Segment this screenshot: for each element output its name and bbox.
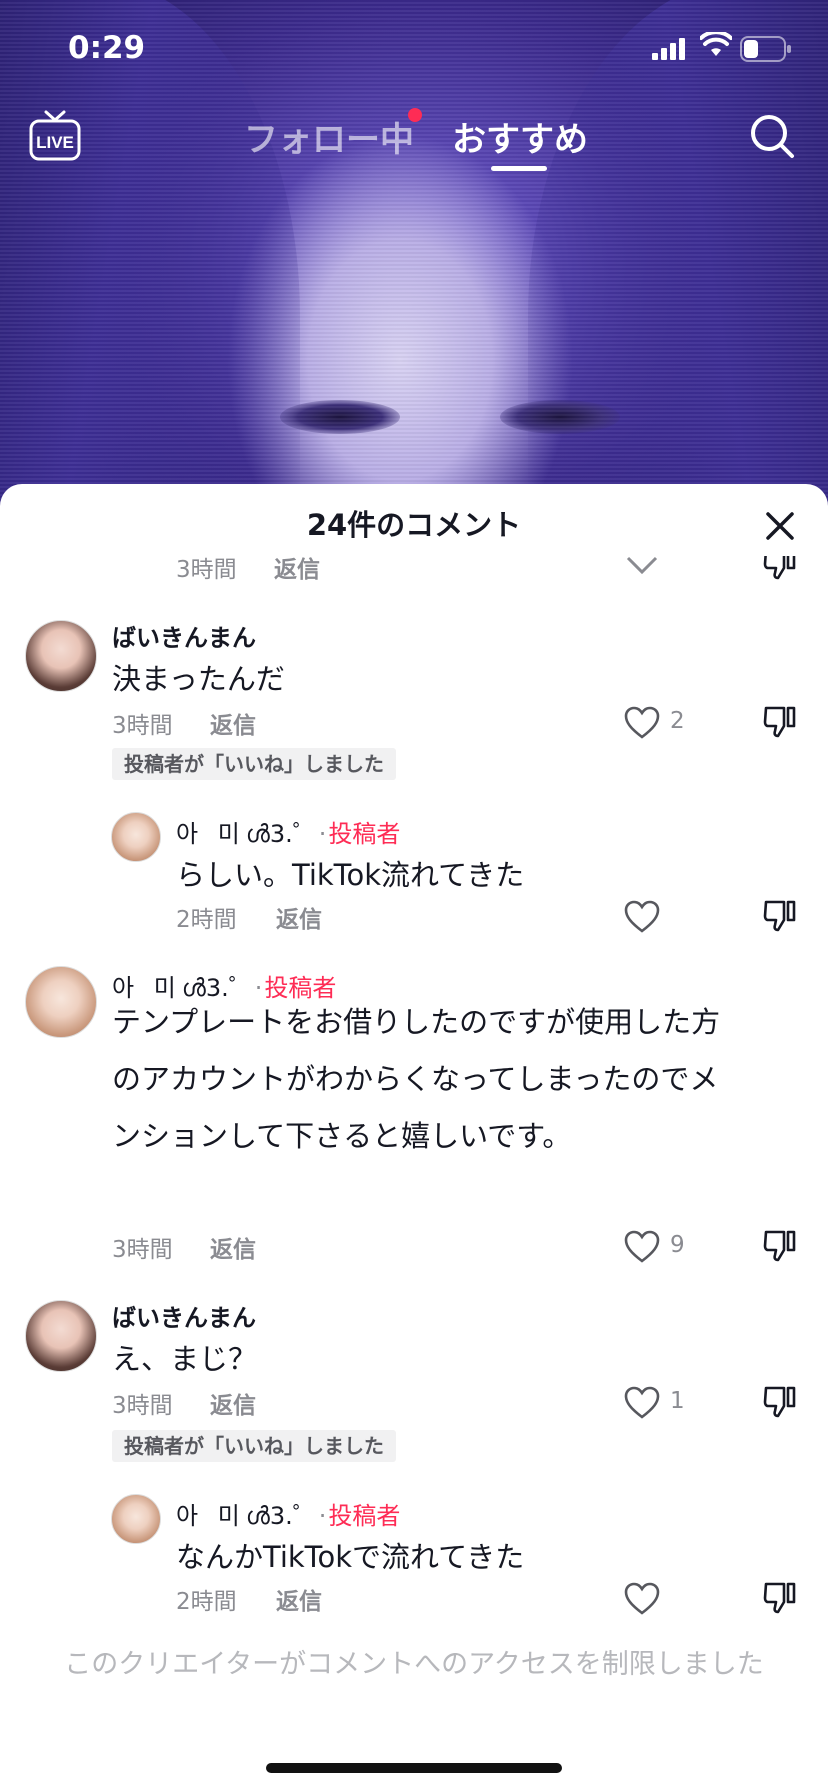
tab-following[interactable]: フォロー中: [244, 112, 414, 161]
comment-username[interactable]: ばいきんまん: [112, 1298, 256, 1333]
creator-liked-badge: 投稿者が「いいね」しました: [112, 748, 396, 780]
top-nav: LIVE フォロー中 おすすめ: [0, 100, 828, 180]
reply-button[interactable]: 返信: [274, 556, 320, 584]
avatar[interactable]: [25, 620, 97, 692]
comment-text: 決まったんだ: [112, 662, 285, 696]
comment-time: 3時間: [112, 713, 173, 739]
notification-dot: [408, 108, 422, 122]
comment-username[interactable]: 아 미ൾ3.゜·投稿者: [176, 814, 400, 849]
reply-button[interactable]: 返信: [276, 900, 322, 934]
signal-icon: [652, 38, 685, 60]
heart-icon[interactable]: [624, 1230, 660, 1264]
creator-liked-badge: 投稿者が「いいね」しました: [112, 1430, 396, 1462]
status-time: 0:29: [68, 30, 146, 66]
comment-sheet: 24件のコメント 3時間 返信 ばいきんまん 決まったんだ 3時間 返信 2 投…: [0, 484, 828, 1792]
battery-icon: [740, 36, 791, 62]
comment-time: 3時間: [112, 1393, 173, 1419]
live-icon[interactable]: LIVE: [28, 108, 82, 164]
like-count: 2: [670, 708, 685, 734]
partial-comment-row: 3時間 返信: [0, 556, 828, 590]
comment-username[interactable]: 아 미ൾ3.゜·投稿者: [176, 1496, 400, 1531]
comment-time: 3時間: [112, 1237, 173, 1263]
dislike-icon[interactable]: [762, 704, 798, 740]
comment-username[interactable]: ばいきんまん: [112, 618, 256, 653]
dislike-icon[interactable]: [762, 898, 798, 934]
tab-active-underline: [491, 166, 547, 171]
reply-button[interactable]: 返信: [210, 706, 256, 740]
reply-button[interactable]: 返信: [210, 1230, 256, 1264]
comment-text: なんかTikTokで流れてきた: [176, 1540, 525, 1574]
comment-text: らしい。TikTok流れてきた: [176, 858, 525, 892]
dislike-icon[interactable]: [762, 556, 798, 582]
like-count: 9: [670, 1232, 685, 1258]
comment-time: 3時間: [176, 557, 237, 583]
comment-time: 2時間: [176, 907, 237, 933]
like-count: 1: [670, 1388, 685, 1414]
heart-icon[interactable]: [624, 1582, 660, 1616]
comments-restricted-notice: このクリエイターがコメントへのアクセスを制限しました: [64, 1649, 764, 1680]
heart-icon[interactable]: [624, 1386, 660, 1420]
live-label: LIVE: [36, 133, 74, 152]
comment-time: 2時間: [176, 1589, 237, 1615]
comment-text: え、まじ？: [112, 1342, 258, 1376]
avatar[interactable]: [25, 1300, 97, 1372]
comment-text: テンプレートをお借りしたのですが使用した方のアカウントがわからくなってしまったの…: [112, 1005, 721, 1153]
heart-icon[interactable]: [624, 900, 660, 934]
search-icon[interactable]: [748, 112, 796, 160]
heart-icon[interactable]: [624, 706, 660, 740]
avatar[interactable]: [111, 812, 161, 862]
dislike-icon[interactable]: [762, 1384, 798, 1420]
chevron-down-icon[interactable]: [624, 556, 660, 580]
avatar[interactable]: [25, 966, 97, 1038]
tab-recommended[interactable]: おすすめ: [452, 112, 588, 161]
comment-count-title: 24件のコメント: [306, 508, 522, 542]
status-bar: 0:29: [0, 0, 828, 100]
home-indicator[interactable]: [266, 1763, 562, 1773]
dislike-icon[interactable]: [762, 1228, 798, 1264]
wifi-icon: [700, 32, 732, 56]
close-icon[interactable]: [760, 506, 800, 546]
dislike-icon[interactable]: [762, 1580, 798, 1616]
avatar[interactable]: [111, 1494, 161, 1544]
reply-button[interactable]: 返信: [276, 1582, 322, 1616]
reply-button[interactable]: 返信: [210, 1386, 256, 1420]
